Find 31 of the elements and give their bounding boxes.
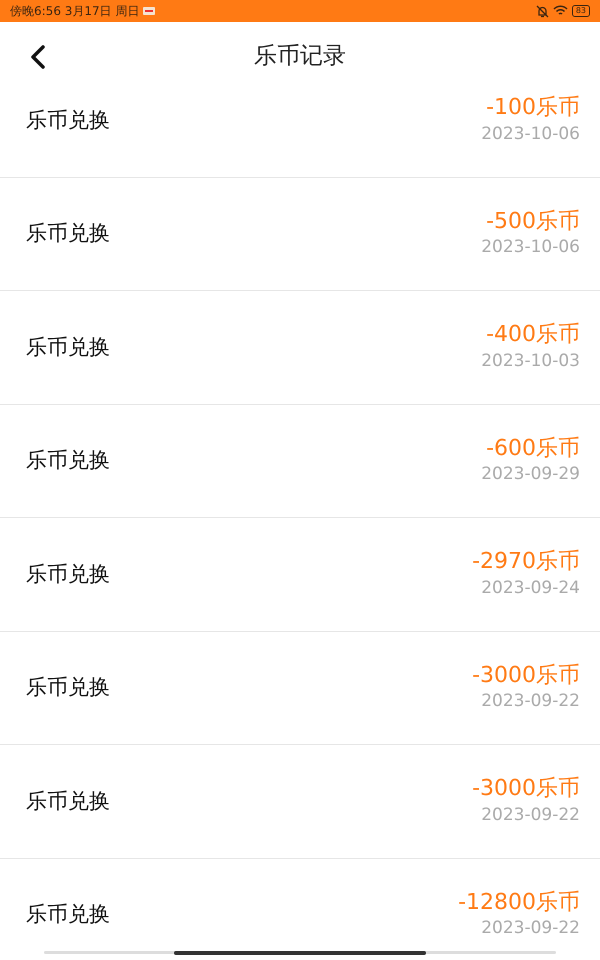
record-amount: -500乐币 — [486, 208, 580, 236]
battery-icon: 83 — [572, 5, 590, 17]
page-title: 乐币记录 — [254, 42, 346, 71]
record-label: 乐币兑换 — [26, 674, 110, 701]
record-amount: -12800乐币 — [458, 888, 580, 917]
record-date: 2023-10-03 — [481, 350, 580, 373]
status-time: 傍晚6:56 3月17日 周日 — [10, 3, 140, 20]
record-date: 2023-09-29 — [481, 463, 580, 486]
record-amount: -3000乐币 — [472, 662, 580, 690]
record-amount: -100乐币 — [486, 94, 580, 122]
record-label: 乐币兑换 — [26, 788, 110, 814]
record-amount: -400乐币 — [486, 321, 580, 350]
record-amount: -600乐币 — [486, 434, 580, 463]
back-icon[interactable] — [28, 44, 48, 70]
record-label: 乐币兑换 — [26, 334, 110, 360]
record-date: 2023-09-22 — [481, 690, 580, 714]
record-amount: -3000乐币 — [472, 775, 580, 804]
mute-icon — [536, 4, 549, 18]
record-date: 2023-09-22 — [481, 917, 580, 940]
record-label: 乐币兑换 — [26, 220, 110, 247]
record-date: 2023-10-06 — [481, 122, 580, 146]
record-label: 乐币兑换 — [26, 447, 110, 474]
record-label: 乐币兑换 — [26, 901, 110, 928]
wifi-icon — [552, 5, 568, 17]
record-date: 2023-09-22 — [481, 804, 580, 827]
record-date: 2023-09-24 — [481, 576, 580, 600]
record-label: 乐币兑换 — [26, 560, 110, 588]
record-amount: -2970乐币 — [472, 548, 580, 576]
record-date: 2023-10-06 — [481, 236, 580, 260]
record-label: 乐币兑换 — [26, 106, 110, 134]
notification-icon — [143, 7, 156, 15]
